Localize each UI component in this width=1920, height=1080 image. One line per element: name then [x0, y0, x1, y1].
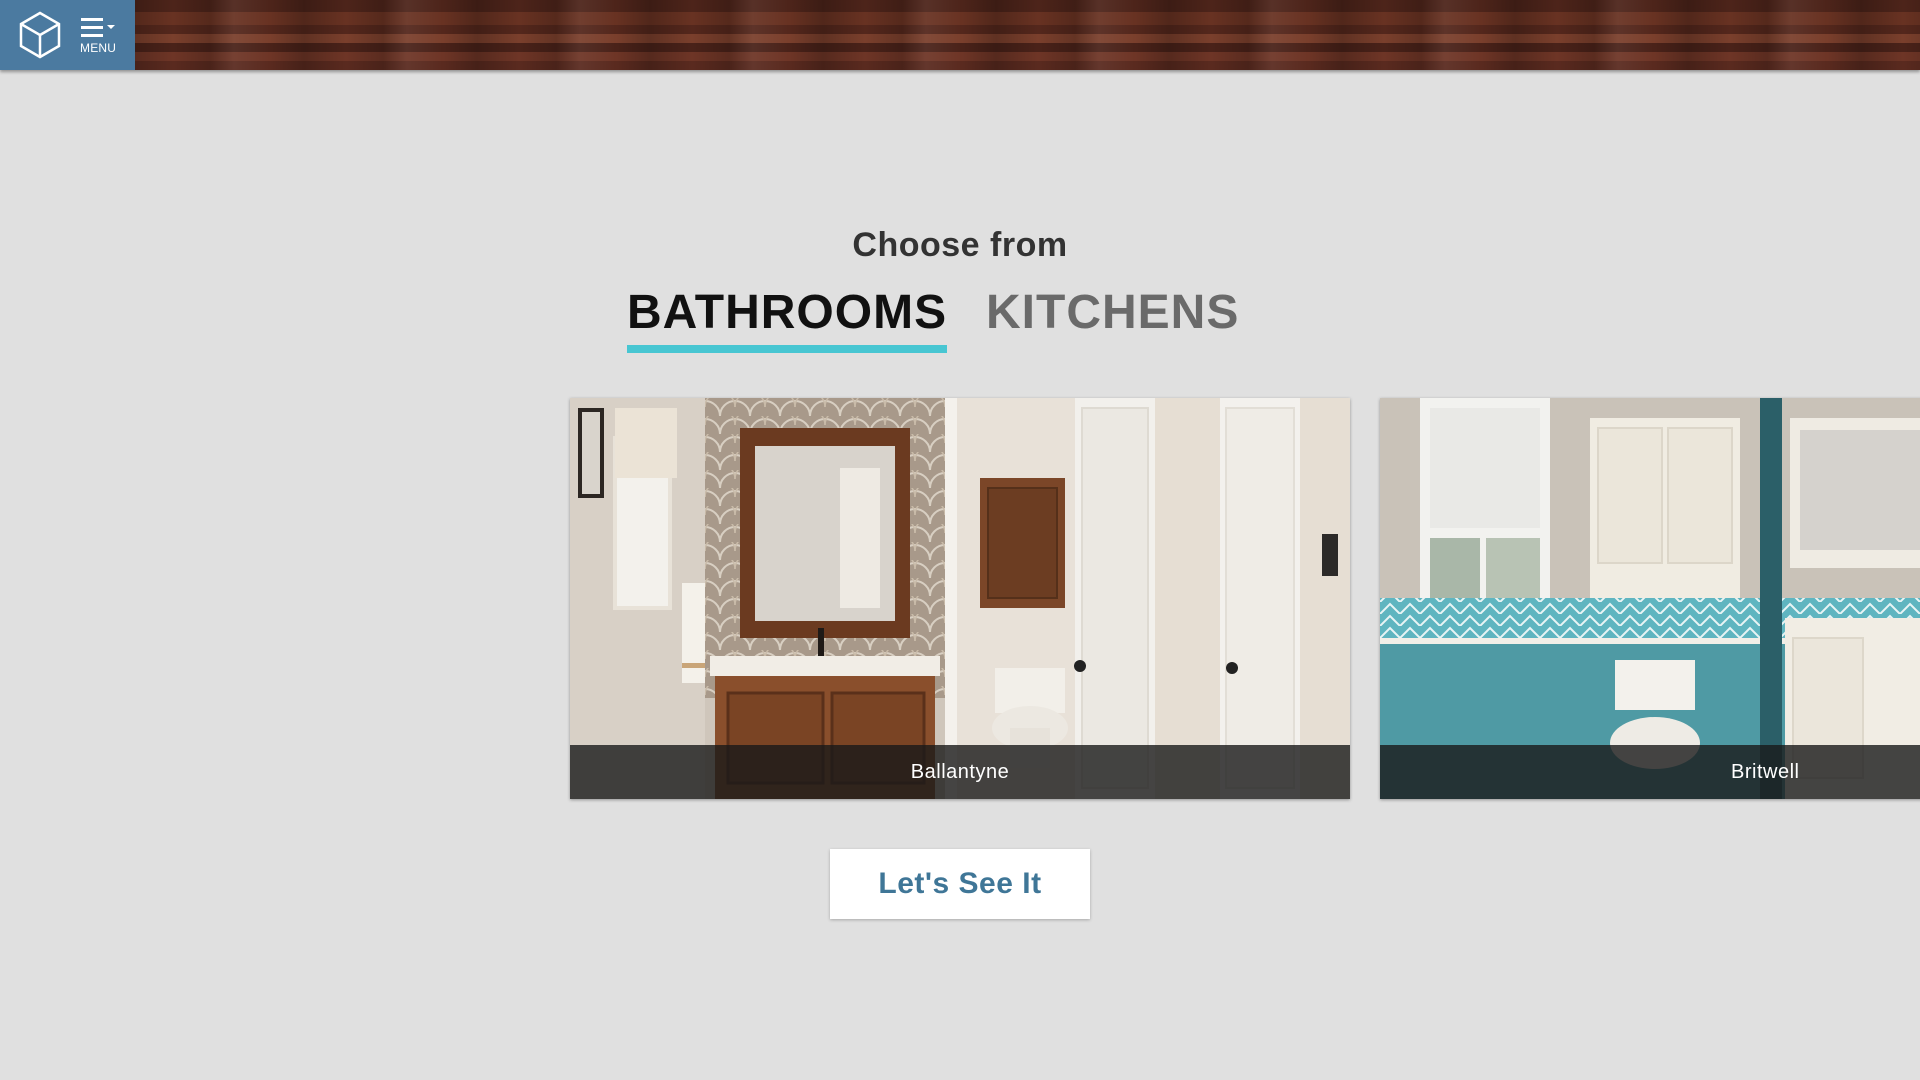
top-banner	[0, 0, 1920, 70]
cube-logo-icon	[19, 11, 61, 59]
menu-label: MENU	[80, 41, 117, 55]
design-card-ballantyne[interactable]: Ballantyne	[570, 398, 1350, 799]
tab-bathrooms[interactable]: BATHROOMS	[627, 283, 948, 353]
lets-see-it-button[interactable]: Let's See It	[830, 849, 1090, 919]
card-caption: Britwell	[1380, 745, 1920, 799]
bathroom-photo-ballantyne	[570, 398, 1350, 799]
card-caption: Ballantyne	[570, 745, 1350, 799]
category-tabs: BATHROOMS KITCHENS	[0, 283, 1920, 353]
tab-kitchens[interactable]: KITCHENS	[986, 283, 1239, 349]
design-card-britwell[interactable]: Britwell	[1380, 398, 1920, 799]
page-heading: Choose from	[852, 226, 1068, 264]
bathroom-photo-britwell	[1380, 398, 1920, 799]
hamburger-dropdown-icon	[81, 18, 115, 37]
menu-button[interactable]: MENU	[0, 0, 135, 70]
